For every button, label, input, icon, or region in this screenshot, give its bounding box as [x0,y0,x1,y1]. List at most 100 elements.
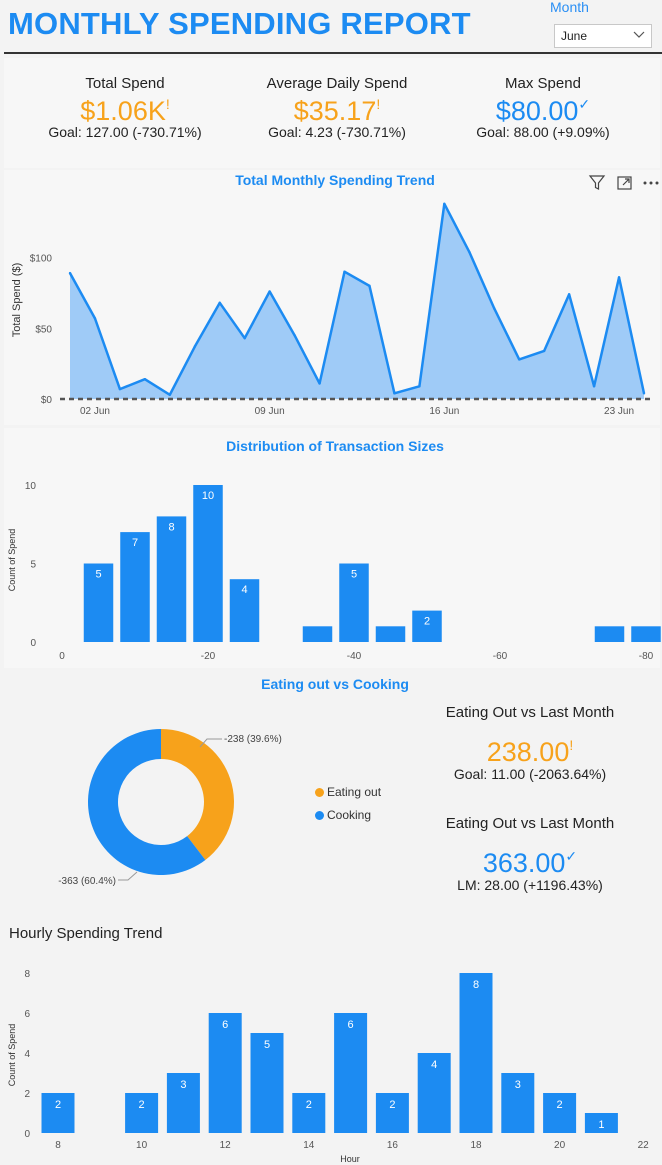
trend-point [218,301,221,305]
report-title: MONTHLY SPENDING REPORT [8,6,471,41]
trend-point [293,334,296,337]
bar-data-label: 1 [598,1119,604,1131]
y-axis-title: Total Spend ($) [11,263,23,338]
kpi-value: 363.00✓ [482,848,578,878]
hourly-bar[interactable] [334,1013,368,1133]
x-tick-label: 02 Jun [80,406,110,417]
y-tick-label: 10 [25,481,37,492]
donut-slice-eating-out[interactable] [161,729,234,860]
bar-data-label: 2 [139,1099,145,1111]
month-dropdown[interactable]: June [554,24,652,48]
x-tick-label: 16 Jun [429,406,459,417]
trend-chart: $0 $50 $100 02 Jun 09 Jun 16 Jun 23 Jun Total S… [11,202,650,417]
trend-point [143,378,147,381]
bar-data-label: 2 [424,616,430,628]
slice-data-label: -363 (60.4%) [58,876,116,887]
legend-swatch [315,788,324,798]
y-tick-label: 8 [24,969,30,980]
kpi-value: $35.17! [293,96,381,126]
slice-data-label: -238 (39.6%) [224,734,282,745]
x-tick-label: 20 [554,1140,566,1151]
x-tick-label: 23 Jun [604,406,634,417]
kpi-goal: Goal: 11.00 (-2063.64%) [453,766,607,782]
x-tick-label: 10 [136,1140,148,1151]
hourly-bar[interactable] [459,973,493,1133]
x-tick-label: 8 [55,1140,61,1151]
bar-data-label: 3 [515,1079,521,1091]
trend-point [542,349,546,353]
eating-cooking-donut: -238 (39.6%) -363 (60.4%) [58,729,282,887]
histogram-chart: 5 7 8 10 4 5 2 0 5 10 0 -20 -40 -60 -80 Count of Spend [7,481,661,662]
x-tick-label: -40 [347,651,362,662]
kpi-goal: Goal: 4.23 (-730.71%) [268,124,406,140]
histogram-bar[interactable] [156,516,187,642]
kpi-title: Max Spend [505,75,581,92]
check-icon: ✓ [578,96,591,112]
bar-data-label: 10 [202,490,214,502]
bar-data-label: 2 [389,1099,395,1111]
hourly-chart[interactable]: 2 236526248321024688 10 12 14 16 18 20 22HourCou… [0,955,662,1165]
kpi-eating-out-vs-last-month: Eating Out vs Last Month 238.00! Goal: 1… [415,704,645,782]
y-tick-label: $0 [41,395,53,406]
trend-point [518,358,521,361]
trend-point [93,317,97,320]
x-tick-label: -60 [493,651,508,662]
trend-point [68,271,72,275]
histogram-bar[interactable] [631,626,661,642]
hourly-chart-title: Hourly Spending Trend [9,925,163,942]
y-tick-label: 5 [30,560,36,571]
x-tick-label: 0 [59,651,65,662]
trend-point [617,276,621,279]
legend-item-cooking[interactable]: Cooking [315,808,371,822]
y-tick-label: 2 [24,1089,30,1100]
kpi-value: 238.00! [486,737,574,767]
x-tick-label: -80 [639,651,654,662]
check-icon: ✓ [565,848,578,864]
legend-item-eating-out[interactable]: Eating out [315,785,381,799]
exclamation-icon: ! [569,737,574,753]
x-tick-label: 09 Jun [255,406,285,417]
bar-data-label: 4 [241,584,247,596]
trend-point [592,385,596,388]
bar-data-label: 2 [557,1099,563,1111]
histogram-bar[interactable] [375,626,406,642]
trend-point [243,336,246,340]
kpi-eating-out-vs-last-month-2: Eating Out vs Last Month 363.00✓ LM: 28.… [415,815,645,893]
x-tick-label: 22 [638,1140,650,1151]
x-tick-label: 12 [220,1140,232,1151]
legend-swatch [315,811,324,821]
bar-data-label: 6 [348,1019,354,1031]
trend-point [343,270,346,273]
x-tick-label: -20 [201,651,216,662]
kpi-value: $1.06K! [80,96,170,126]
y-tick-label: 4 [24,1049,30,1060]
trend-area [70,203,644,399]
histogram-bar[interactable] [594,626,625,642]
histogram-bar[interactable] [193,485,223,642]
x-tick-label: 18 [470,1140,482,1151]
trend-point [193,345,196,348]
month-filter-label: Month [550,0,589,15]
hourly-bar[interactable] [208,1013,242,1133]
histogram-bar[interactable] [302,626,333,642]
bar-data-label: 4 [431,1059,437,1071]
kpi-goal: Goal: 127.00 (-730.71%) [48,124,202,140]
y-axis-title: Count of Spend [7,1024,17,1087]
trend-point [118,387,122,391]
x-axis-title: Hour [340,1154,360,1164]
bar-data-label: 5 [351,569,357,581]
kpi-goal: LM: 28.00 (+1196.43%) [457,877,603,893]
exclamation-icon: ! [165,96,170,112]
leader-line [118,871,138,881]
kpi-title: Eating Out vs Last Month [445,815,615,832]
trend-point [468,250,471,254]
header-divider [4,52,662,54]
chevron-down-icon [633,31,645,38]
bar-data-label: 7 [132,537,138,549]
trend-point [318,382,321,385]
y-tick-label: $50 [35,324,52,335]
eating-cooking-title: Eating out vs Cooking [261,676,409,692]
y-tick-label: 0 [30,638,36,649]
kpi-title: Average Daily Spend [266,75,408,92]
kpi-title: Total Spend [85,75,165,92]
